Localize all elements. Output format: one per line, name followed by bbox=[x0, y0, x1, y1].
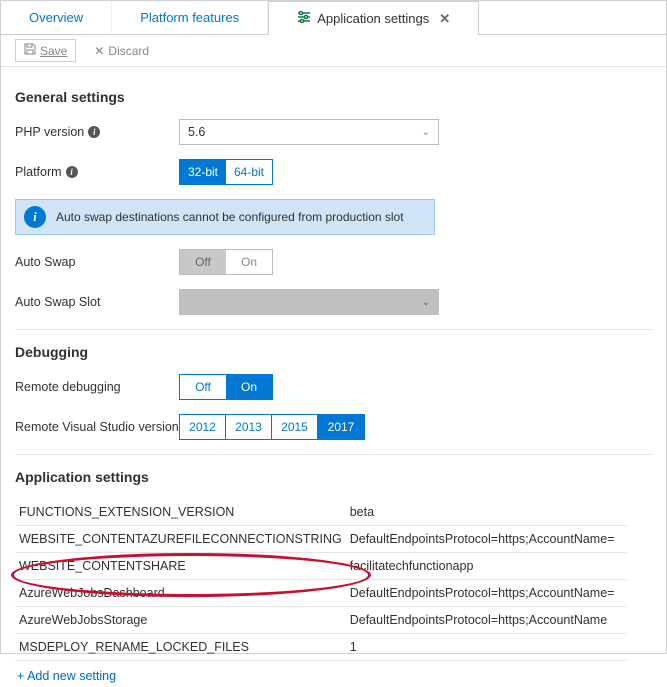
autoswap-info-banner: i Auto swap destinations cannot be confi… bbox=[15, 199, 435, 235]
label-platform: Platform i bbox=[15, 165, 179, 179]
remote-debug-off-button[interactable]: Off bbox=[180, 375, 226, 399]
label-auto-swap-slot: Auto Swap Slot bbox=[15, 295, 179, 309]
vs-2017-button[interactable]: 2017 bbox=[318, 415, 364, 439]
tab-platform-features[interactable]: Platform features bbox=[112, 1, 268, 34]
remote-debug-toggle: Off On bbox=[179, 374, 273, 400]
auto-swap-slot-select: ⌄ bbox=[179, 289, 439, 315]
row-remote-vs-version: Remote Visual Studio version 2012 2013 2… bbox=[15, 414, 652, 440]
remote-debug-on-button[interactable]: On bbox=[226, 375, 272, 399]
info-icon[interactable]: i bbox=[66, 166, 78, 178]
tab-label: Application settings bbox=[317, 11, 429, 26]
row-php-version: PHP version i 5.6 ⌄ bbox=[15, 119, 652, 145]
discard-label: Discard bbox=[108, 44, 149, 58]
close-icon[interactable]: ✕ bbox=[439, 11, 450, 27]
php-version-select[interactable]: 5.6 ⌄ bbox=[179, 119, 439, 145]
table-row[interactable]: WEBSITE_CONTENTSHAREfacilitatechfunction… bbox=[15, 553, 627, 580]
platform-32bit-button[interactable]: 32-bit bbox=[180, 160, 226, 184]
select-value: 5.6 bbox=[188, 125, 205, 139]
tab-label: Overview bbox=[29, 10, 83, 25]
setting-key: WEBSITE_CONTENTSHARE bbox=[15, 553, 346, 580]
setting-value: DefaultEndpointsProtocol=https;AccountNa… bbox=[346, 526, 627, 553]
platform-toggle: 32-bit 64-bit bbox=[179, 159, 273, 185]
tab-label: Platform features bbox=[140, 10, 239, 25]
label-auto-swap: Auto Swap bbox=[15, 255, 179, 269]
setting-value: 1 bbox=[346, 634, 627, 661]
row-auto-swap: Auto Swap Off On bbox=[15, 249, 652, 275]
close-icon: ✕ bbox=[94, 44, 104, 58]
content: General settings PHP version i 5.6 ⌄ Pla… bbox=[1, 67, 666, 687]
row-auto-swap-slot: Auto Swap Slot ⌄ bbox=[15, 289, 652, 315]
section-general-title: General settings bbox=[15, 89, 652, 105]
auto-swap-off-button[interactable]: Off bbox=[180, 250, 226, 274]
add-new-setting-link[interactable]: + Add new setting bbox=[15, 661, 118, 683]
setting-value: DefaultEndpointsProtocol=https;AccountNa… bbox=[346, 607, 627, 634]
table-row[interactable]: MSDEPLOY_RENAME_LOCKED_FILES1 bbox=[15, 634, 627, 661]
auto-swap-toggle: Off On bbox=[179, 249, 273, 275]
label-remote-debugging: Remote debugging bbox=[15, 380, 179, 394]
setting-key: FUNCTIONS_EXTENSION_VERSION bbox=[15, 499, 346, 526]
table-row[interactable]: AzureWebJobsStorageDefaultEndpointsProto… bbox=[15, 607, 627, 634]
save-button[interactable]: Save bbox=[15, 39, 76, 62]
auto-swap-on-button[interactable]: On bbox=[226, 250, 272, 274]
setting-value: beta bbox=[346, 499, 627, 526]
vs-2012-button[interactable]: 2012 bbox=[180, 415, 226, 439]
save-label: Save bbox=[40, 44, 67, 58]
setting-key: WEBSITE_CONTENTAZUREFILECONNECTIONSTRING bbox=[15, 526, 346, 553]
table-row[interactable]: FUNCTIONS_EXTENSION_VERSIONbeta bbox=[15, 499, 627, 526]
setting-key: AzureWebJobsStorage bbox=[15, 607, 346, 634]
info-icon: i bbox=[24, 206, 46, 228]
section-appsettings-title: Application settings bbox=[15, 469, 652, 485]
vs-2015-button[interactable]: 2015 bbox=[272, 415, 318, 439]
chevron-down-icon: ⌄ bbox=[422, 127, 430, 138]
section-debugging-title: Debugging bbox=[15, 344, 652, 360]
settings-table: FUNCTIONS_EXTENSION_VERSIONbetaWEBSITE_C… bbox=[15, 499, 627, 661]
vs-2013-button[interactable]: 2013 bbox=[226, 415, 272, 439]
label-php-version: PHP version i bbox=[15, 125, 179, 139]
table-row[interactable]: AzureWebJobsDashboardDefaultEndpointsPro… bbox=[15, 580, 627, 607]
setting-key: MSDEPLOY_RENAME_LOCKED_FILES bbox=[15, 634, 346, 661]
toolbar: Save ✕ Discard bbox=[1, 35, 666, 67]
setting-value: DefaultEndpointsProtocol=https;AccountNa… bbox=[346, 580, 627, 607]
row-remote-debugging: Remote debugging Off On bbox=[15, 374, 652, 400]
chevron-down-icon: ⌄ bbox=[422, 297, 430, 308]
tab-overview[interactable]: Overview bbox=[1, 1, 112, 34]
label-remote-vs-version: Remote Visual Studio version bbox=[15, 420, 179, 434]
tab-bar: Overview Platform features Application s… bbox=[1, 1, 666, 35]
save-icon bbox=[24, 43, 36, 58]
vs-version-group: 2012 2013 2015 2017 bbox=[179, 414, 365, 440]
info-icon[interactable]: i bbox=[88, 126, 100, 138]
setting-key: AzureWebJobsDashboard bbox=[15, 580, 346, 607]
platform-64bit-button[interactable]: 64-bit bbox=[226, 160, 272, 184]
row-platform: Platform i 32-bit 64-bit bbox=[15, 159, 652, 185]
settings-sliders-icon bbox=[297, 11, 311, 26]
tab-application-settings[interactable]: Application settings ✕ bbox=[268, 1, 479, 35]
info-banner-text: Auto swap destinations cannot be configu… bbox=[56, 210, 404, 224]
table-row[interactable]: WEBSITE_CONTENTAZUREFILECONNECTIONSTRING… bbox=[15, 526, 627, 553]
setting-value: facilitatechfunctionapp bbox=[346, 553, 627, 580]
discard-button[interactable]: ✕ Discard bbox=[94, 44, 149, 58]
